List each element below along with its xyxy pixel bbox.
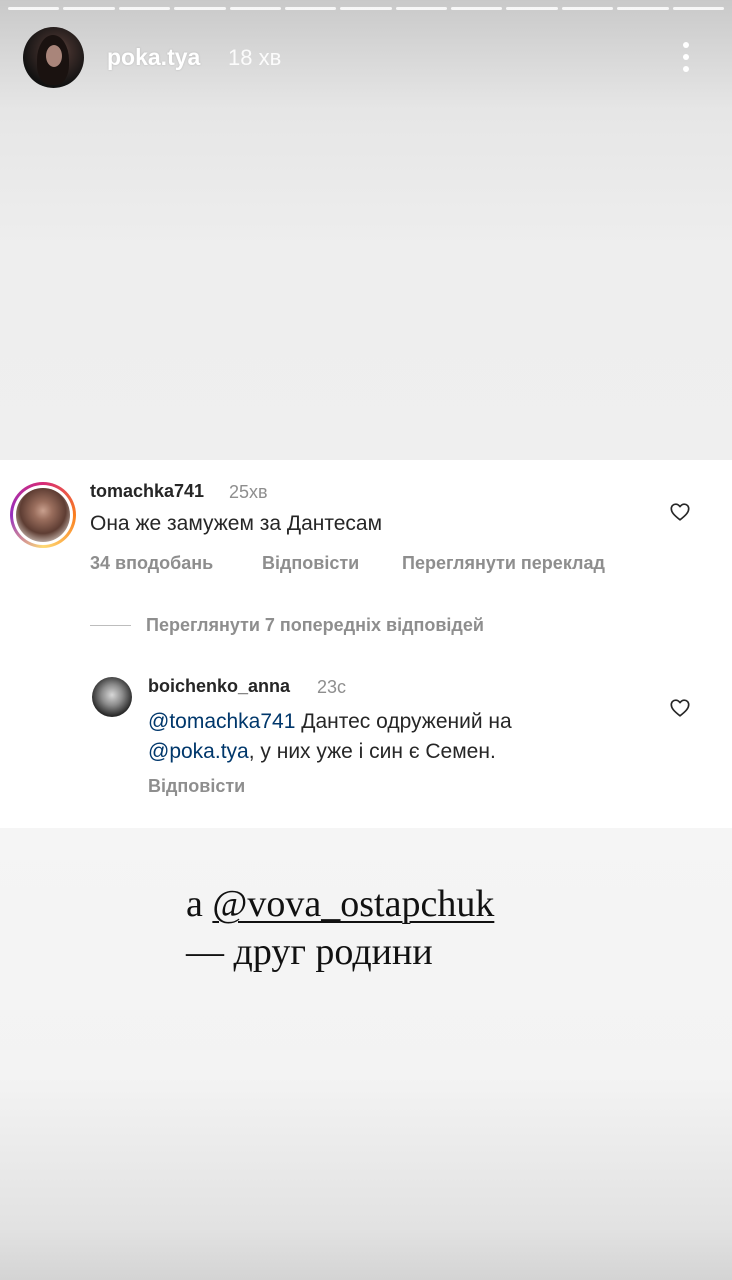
reply-avatar[interactable] <box>92 677 132 717</box>
heart-icon[interactable] <box>669 697 691 719</box>
mention-link[interactable]: @tomachka741 <box>148 710 295 733</box>
reply-time: 23с <box>317 677 347 697</box>
story-header: poka.tya 18 хв <box>0 0 732 110</box>
comment-time: 25хв <box>229 482 268 502</box>
caption-line2: — друг родини <box>186 931 433 973</box>
view-previous-replies-button[interactable]: Переглянути 7 попередніх відповідей <box>146 615 484 636</box>
story-username[interactable]: poka.tya <box>107 44 200 71</box>
comment-username[interactable]: tomachka741 <box>90 481 204 502</box>
reply-username[interactable]: boichenko_anna <box>148 676 290 697</box>
comment-likes[interactable]: 34 вподобань <box>90 553 213 574</box>
heart-icon[interactable] <box>669 501 691 523</box>
caption-prefix: а <box>186 883 213 925</box>
mention-link[interactable]: @poka.tya <box>148 740 249 763</box>
story-avatar[interactable] <box>23 27 84 88</box>
more-options-icon[interactable] <box>676 40 696 74</box>
reply-text: @tomachka741 Дантес одружений на @poka.ty… <box>148 707 648 767</box>
story-time: 18 хв <box>228 45 282 70</box>
story-caption: а @vova_ostapchuk — друг родини <box>186 880 494 976</box>
divider-line <box>90 625 131 626</box>
comment-reply-button[interactable]: Відповісти <box>262 553 359 574</box>
comment-avatar[interactable] <box>16 488 70 542</box>
reply-text-part: , у них уже і син є Семен. <box>248 740 496 763</box>
caption-mention[interactable]: @vova_ostapchuk <box>212 883 494 925</box>
comment-text: Она же замужем за Дантесам <box>90 512 383 535</box>
comment-translate-button[interactable]: Переглянути переклад <box>402 553 605 574</box>
reply-reply-button[interactable]: Відповісти <box>148 776 245 797</box>
reply-text-part: Дантес одружений на <box>295 710 512 733</box>
